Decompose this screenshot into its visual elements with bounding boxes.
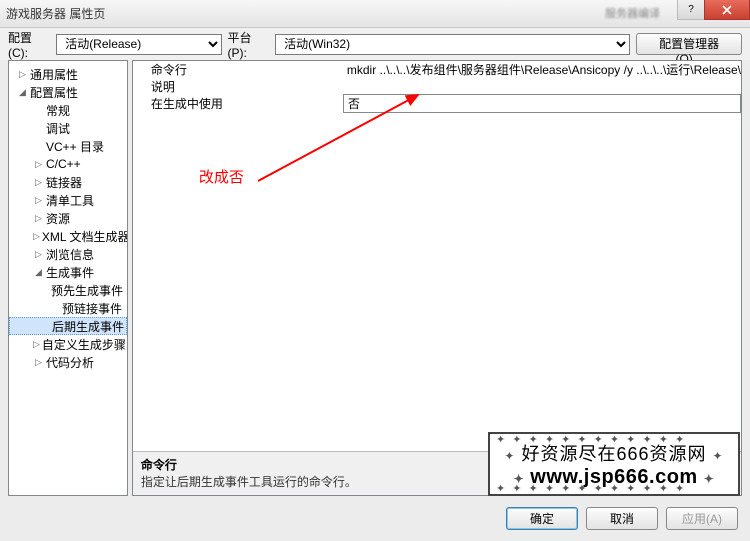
tree-item-label: 预先生成事件: [51, 282, 123, 299]
property-panel: 命令行mkdir ..\..\..\发布组件\服务器组件\Release\Ans…: [132, 60, 742, 496]
platform-label: 平台(P):: [228, 29, 270, 60]
grid-value[interactable]: 否: [343, 94, 741, 113]
collapsed-icon[interactable]: ▷: [33, 357, 44, 368]
no-expand-icon: [49, 303, 60, 314]
collapsed-icon[interactable]: ▷: [33, 249, 44, 260]
grid-row-2[interactable]: 在生成中使用否: [133, 95, 741, 112]
tree-item-label: 自定义生成步骤: [42, 336, 126, 353]
tree-item-15[interactable]: ▷自定义生成步骤: [9, 335, 127, 353]
tree-item-7[interactable]: ▷清单工具: [9, 191, 127, 209]
tree-item-13[interactable]: 预链接事件: [9, 299, 127, 317]
cancel-button[interactable]: 取消: [586, 507, 658, 530]
tree-item-8[interactable]: ▷资源: [9, 209, 127, 227]
tree-item-4[interactable]: VC++ 目录: [9, 137, 127, 155]
title-bar: 游戏服务器 属性页 服务器编译 ?: [0, 0, 750, 28]
tree-item-14[interactable]: 后期生成事件: [9, 317, 127, 335]
tree-item-label: 预链接事件: [62, 300, 122, 317]
tree-item-label: C/C++: [46, 157, 81, 171]
tree-item-1[interactable]: ◢配置属性: [9, 83, 127, 101]
grid-key: 在生成中使用: [133, 95, 343, 112]
collapsed-icon[interactable]: ▷: [33, 159, 44, 170]
tree-item-label: 浏览信息: [46, 246, 94, 263]
tree-item-5[interactable]: ▷C/C++: [9, 155, 127, 173]
apply-button[interactable]: 应用(A): [666, 507, 738, 530]
help-button[interactable]: ?: [677, 0, 705, 20]
dialog-footer: 确定 取消 应用(A): [0, 500, 750, 536]
tree-item-2[interactable]: 常规: [9, 101, 127, 119]
window-title: 游戏服务器 属性页: [6, 5, 105, 22]
tree-item-label: 调试: [46, 120, 70, 137]
collapsed-icon[interactable]: ▷: [33, 177, 44, 188]
blurred-text: 服务器编译: [605, 5, 660, 21]
collapsed-icon[interactable]: ▷: [33, 213, 44, 224]
expanded-icon[interactable]: ◢: [33, 267, 44, 278]
window-buttons: ?: [678, 0, 750, 20]
close-icon: [722, 5, 732, 15]
tree-item-label: VC++ 目录: [46, 138, 104, 155]
watermark-line1: 好资源尽在666资源网: [521, 444, 706, 464]
tree-item-label: 后期生成事件: [52, 318, 124, 335]
tree-item-12[interactable]: 预先生成事件: [9, 281, 127, 299]
collapsed-icon[interactable]: ▷: [17, 69, 28, 80]
tree-item-label: 生成事件: [46, 264, 94, 281]
watermark: ✦ ✦ ✦ ✦ ✦ ✦ ✦ ✦ ✦ ✦ ✦ ✦ ✦ ✦ ✦ ✦ ✦ ✦ ✦ ✦ …: [488, 432, 740, 496]
property-tree[interactable]: ▷通用属性◢配置属性常规调试VC++ 目录▷C/C++▷链接器▷清单工具▷资源▷…: [8, 60, 128, 496]
collapsed-icon[interactable]: ▷: [33, 339, 40, 350]
no-expand-icon: [33, 141, 44, 152]
tree-item-0[interactable]: ▷通用属性: [9, 65, 127, 83]
tree-item-label: 链接器: [46, 174, 82, 191]
tree-item-label: 配置属性: [30, 84, 78, 101]
property-grid[interactable]: 命令行mkdir ..\..\..\发布组件\服务器组件\Release\Ans…: [133, 61, 741, 451]
config-label: 配置(C):: [8, 29, 50, 60]
grid-row-1[interactable]: 说明: [133, 78, 741, 95]
tree-item-6[interactable]: ▷链接器: [9, 173, 127, 191]
tree-item-3[interactable]: 调试: [9, 119, 127, 137]
grid-value[interactable]: mkdir ..\..\..\发布组件\服务器组件\Release\Ansico…: [343, 61, 741, 78]
tree-item-10[interactable]: ▷浏览信息: [9, 245, 127, 263]
no-expand-icon: [33, 105, 44, 116]
collapsed-icon[interactable]: ▷: [33, 231, 40, 242]
grid-row-0[interactable]: 命令行mkdir ..\..\..\发布组件\服务器组件\Release\Ans…: [133, 61, 741, 78]
no-expand-icon: [33, 123, 44, 134]
expanded-icon[interactable]: ◢: [17, 87, 28, 98]
annotation-text: 改成否: [199, 166, 244, 187]
close-button[interactable]: [704, 0, 750, 20]
grid-key: 命令行: [133, 61, 343, 78]
tree-item-label: 常规: [46, 102, 70, 119]
tree-item-11[interactable]: ◢生成事件: [9, 263, 127, 281]
tree-item-16[interactable]: ▷代码分析: [9, 353, 127, 371]
question-icon: ?: [688, 4, 694, 15]
ok-button[interactable]: 确定: [506, 507, 578, 530]
config-dropdown[interactable]: 活动(Release): [56, 34, 221, 55]
tree-item-label: 清单工具: [46, 192, 94, 209]
collapsed-icon[interactable]: ▷: [33, 195, 44, 206]
tree-item-label: 资源: [46, 210, 70, 227]
config-manager-button[interactable]: 配置管理器(O)...: [636, 33, 742, 55]
tree-item-label: 代码分析: [46, 354, 94, 371]
tree-item-label: XML 文档生成器: [42, 228, 128, 245]
tree-item-9[interactable]: ▷XML 文档生成器: [9, 227, 127, 245]
config-toolbar: 配置(C): 活动(Release) 平台(P): 活动(Win32) 配置管理…: [0, 28, 750, 60]
platform-dropdown[interactable]: 活动(Win32): [275, 34, 630, 55]
grid-key: 说明: [133, 78, 343, 95]
tree-item-label: 通用属性: [30, 66, 78, 83]
